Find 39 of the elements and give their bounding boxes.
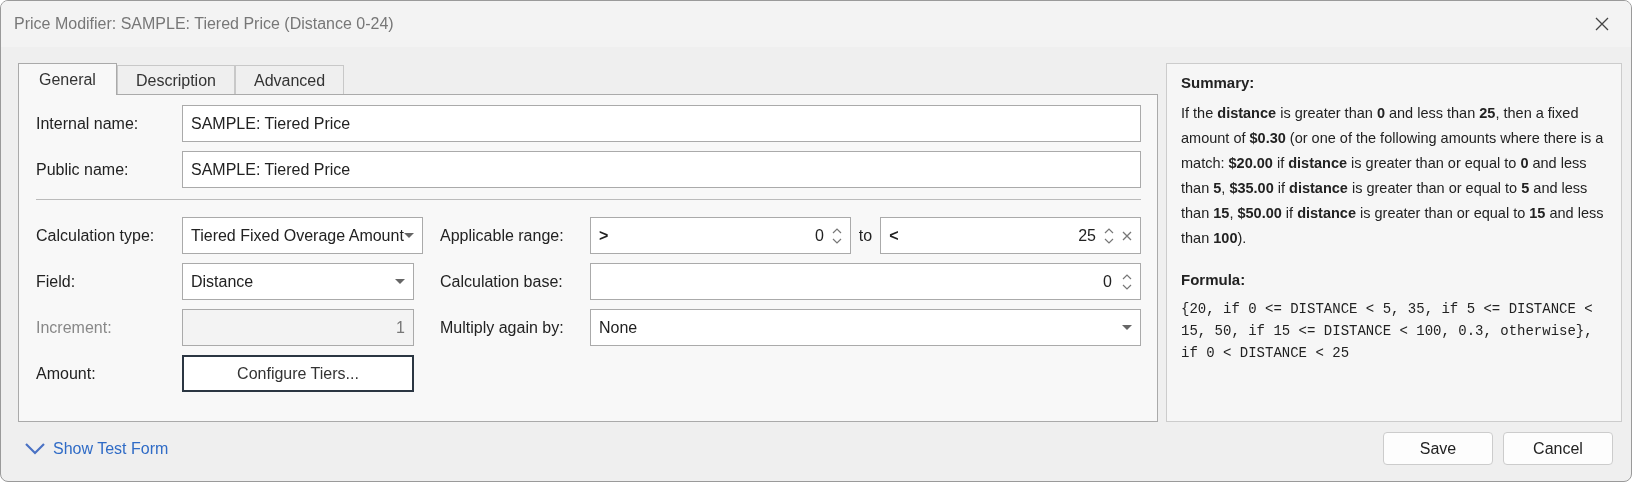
- field-label: Multiply again by:: [440, 318, 565, 337]
- spinner-arrows[interactable]: [1122, 272, 1132, 291]
- text-field[interactable]: SAMPLE: Tiered Price: [182, 151, 1141, 188]
- formula-heading: Formula:: [1181, 271, 1247, 288]
- field-label: Field:: [36, 272, 77, 291]
- close-icon[interactable]: [1595, 17, 1609, 31]
- tab[interactable]: Description: [116, 65, 235, 94]
- summary-text: If the distance is greater than 0 and less than 25, then a fixed amount of $0.30 (or one of the following amounts where there is a match: $20.00 if distance is greater than or equal to 0 and less than 5, $35.00 if distance is greater than or equal to 5 and less than 15, $50.00 if distance is greater than or equal to 15 and less than 100).: [1181, 104, 1605, 248]
- caret-icon[interactable]: [403, 232, 414, 239]
- caret-icon[interactable]: [1122, 324, 1132, 331]
- window-title: Price Modifier: SAMPLE: Tiered Price (Distance 0-24): [14, 15, 394, 33]
- chevron-down-icon: [25, 442, 45, 455]
- dropdown[interactable]: Tiered Fixed Overage Amount: [182, 217, 423, 254]
- summary-heading: Summary:: [1181, 74, 1256, 91]
- field-label: Amount:: [36, 364, 97, 383]
- spinner-arrows[interactable]: [1104, 226, 1114, 245]
- text-field[interactable]: SAMPLE: Tiered Price: [182, 105, 1141, 142]
- spinner-arrows[interactable]: [831, 226, 842, 245]
- range-field[interactable]: < 25: [880, 217, 1141, 254]
- dropdown[interactable]: Distance: [182, 263, 414, 300]
- field-label: Applicable range:: [440, 226, 565, 245]
- field-label: Increment:: [36, 318, 113, 337]
- field-label: Public name:: [36, 160, 130, 179]
- dialog-button[interactable]: Cancel: [1503, 432, 1613, 465]
- range-separator: to: [858, 226, 873, 245]
- field-label: Internal name:: [36, 114, 140, 133]
- field-label: Calculation base:: [440, 272, 564, 291]
- dialog-button[interactable]: Save: [1383, 432, 1493, 465]
- caret-icon[interactable]: [395, 278, 405, 285]
- configure-tiers-button[interactable]: Configure Tiers...: [182, 355, 414, 392]
- dropdown[interactable]: None: [590, 309, 1141, 346]
- field-label: Calculation type:: [36, 226, 156, 245]
- tab[interactable]: General: [18, 63, 117, 95]
- show-test-form-link[interactable]: Show Test Form: [25, 439, 169, 458]
- tab[interactable]: Advanced: [234, 65, 345, 94]
- clear-icon[interactable]: [1122, 230, 1132, 241]
- number-field[interactable]: 0: [590, 263, 1141, 300]
- range-field[interactable]: > 0: [590, 217, 851, 254]
- formula-text: {20, if 0 <= DISTANCE < 5, 35, if 5 <= DISTANCE < 15, 50, if 15 <= DISTANCE < 100, 0.3, otherwise}, if 0 < DISTANCE < 25: [1181, 300, 1594, 363]
